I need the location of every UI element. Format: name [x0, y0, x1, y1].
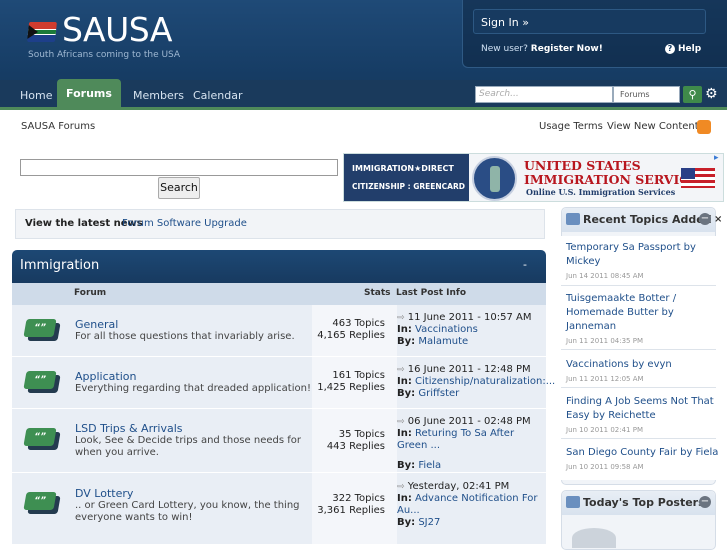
- forum-row: “” General For all those questions that …: [12, 305, 546, 357]
- last-post-info: ⇨ Yesterday, 02:41 PM In: Advance Notifi…: [397, 481, 538, 528]
- last-post-info: ⇨ 06 June 2011 - 02:48 PM In: Returing T…: [397, 416, 531, 471]
- register-link[interactable]: Register Now!: [531, 44, 603, 54]
- forum-row: “” LSD Trips & Arrivals Look, See & Deci…: [12, 409, 546, 473]
- usage-terms-link[interactable]: Usage Terms: [539, 121, 603, 132]
- forum-description: .. or Green Card Lottery, you know, the …: [75, 500, 300, 523]
- forum-read-icon[interactable]: “”: [23, 319, 61, 343]
- last-post-topic-link[interactable]: Citizenship/naturalization:...: [415, 376, 555, 387]
- top-posters-header: Today's Top Posters −: [562, 491, 715, 515]
- last-post-topic-link[interactable]: Advance Notification For Au...: [397, 493, 537, 516]
- site-name: SAUSA: [62, 10, 172, 49]
- gear-icon[interactable]: ⚙: [705, 86, 718, 103]
- last-post-arrow-icon[interactable]: ⇨: [397, 313, 405, 323]
- rss-icon[interactable]: [697, 120, 711, 134]
- col-last-post: Last Post Info: [396, 288, 467, 298]
- recent-topics-header: Recent Topics Added −: [562, 208, 715, 232]
- sidebar-close-button[interactable]: ×: [714, 214, 722, 225]
- forum-read-icon[interactable]: “”: [23, 492, 61, 516]
- avatar[interactable]: [572, 528, 616, 548]
- col-stats: Stats: [364, 288, 391, 298]
- ad-left-panel: IMMIGRATION★DIRECT CITIZENSHIP : GREENCA…: [344, 154, 469, 201]
- last-post-arrow-icon[interactable]: ⇨: [397, 417, 405, 427]
- recent-topic-item[interactable]: Temporary Sa Passport by Mickey Jun 14 2…: [561, 236, 716, 286]
- recent-topic-item[interactable]: Vaccinations by evyn Jun 11 2011 12:05 A…: [561, 350, 716, 388]
- last-post-author-link[interactable]: Fiela: [418, 460, 441, 471]
- statue-of-liberty-icon: [472, 156, 517, 201]
- last-post-author-link[interactable]: Malamute: [418, 336, 468, 347]
- help-link[interactable]: ? Help: [665, 44, 701, 54]
- last-post-topic-link[interactable]: Vaccinations: [415, 324, 478, 335]
- nav-forums[interactable]: Forums: [57, 79, 121, 110]
- recent-topic-item[interactable]: Finding A Job Seems Not That Easy by Rei…: [561, 388, 716, 439]
- site-tagline: South Africans coming to the USA: [28, 50, 181, 60]
- nav-home[interactable]: Home: [20, 89, 52, 102]
- forum-description: For all those questions that invariably …: [75, 331, 295, 342]
- new-user-text: New user? Register Now!: [481, 44, 603, 54]
- forum-description: Look, See & Decide trips and those needs…: [75, 435, 301, 458]
- forum-stats: 161 Topics 1,425 Replies: [312, 357, 397, 408]
- last-post-arrow-icon[interactable]: ⇨: [397, 482, 405, 492]
- forum-row: “” Application Everything regarding that…: [12, 357, 555, 409]
- recent-topic-item[interactable]: Tuisgemaakte Botter / Homemade Butter by…: [561, 286, 716, 350]
- nav-calendar[interactable]: Calendar: [193, 89, 242, 102]
- forum-read-icon[interactable]: “”: [23, 428, 61, 452]
- search-scope-select[interactable]: Forums: [613, 86, 680, 103]
- advertisement-banner[interactable]: IMMIGRATION★DIRECT CITIZENSHIP : GREENCA…: [343, 153, 724, 202]
- nav-members[interactable]: Members: [133, 89, 184, 102]
- forum-search-input[interactable]: [20, 159, 338, 176]
- forum-description: Everything regarding that dreaded applic…: [75, 383, 311, 394]
- forum-stats: 322 Topics 3,361 Replies: [312, 473, 397, 544]
- search-icon: ⚲: [688, 88, 697, 101]
- forum-name[interactable]: LSD Trips & Arrivals: [75, 422, 183, 435]
- recent-topics-collapse-button[interactable]: −: [699, 213, 711, 225]
- forum-stats: 463 Topics 4,165 Replies: [312, 305, 397, 356]
- comments-icon: [566, 213, 580, 225]
- top-posters-collapse-button[interactable]: −: [699, 496, 711, 508]
- forum-search-button[interactable]: Search: [158, 177, 200, 199]
- forum-row: “” DV Lottery .. or Green Card Lottery, …: [12, 473, 546, 545]
- forum-stats: 35 Topics 443 Replies: [312, 409, 397, 472]
- forum-name[interactable]: General: [75, 318, 118, 331]
- col-forum: Forum: [74, 288, 107, 298]
- header-search-input[interactable]: Search...: [475, 86, 613, 103]
- news-link[interactable]: Forum Software Upgrade: [122, 218, 247, 229]
- recent-topics-title: Recent Topics Added: [583, 213, 712, 226]
- top-posters-title: Today's Top Posters: [583, 496, 705, 509]
- forum-name[interactable]: DV Lottery: [75, 487, 133, 500]
- south-africa-flag-icon: [26, 22, 58, 42]
- breadcrumb[interactable]: SAUSA Forums: [21, 121, 95, 132]
- search-button[interactable]: ⚲: [683, 86, 702, 103]
- last-post-info: ⇨ 16 June 2011 - 12:48 PM In: Citizenshi…: [397, 364, 556, 399]
- forum-read-icon[interactable]: “”: [23, 371, 61, 395]
- forum-name[interactable]: Application: [75, 370, 136, 383]
- last-post-info: ⇨ 11 June 2011 - 10:57 AM In: Vaccinatio…: [397, 312, 532, 347]
- help-icon: ?: [665, 44, 675, 54]
- forum-column-header: Forum Stats Last Post Info: [12, 283, 546, 305]
- last-post-arrow-icon[interactable]: ⇨: [397, 365, 405, 375]
- sign-in-button[interactable]: Sign In »: [473, 9, 706, 34]
- user-icon: [566, 496, 580, 508]
- user-panel: Sign In » New user? Register Now! ? Help: [462, 0, 727, 68]
- category-title[interactable]: Immigration: [20, 258, 99, 273]
- category-collapse-button[interactable]: -: [523, 258, 527, 271]
- last-post-author-link[interactable]: Griffster: [418, 388, 459, 399]
- recent-topic-item[interactable]: San Diego County Fair by Fiela Jun 10 20…: [561, 439, 718, 480]
- last-post-author-link[interactable]: SJ27: [418, 517, 440, 528]
- category-header: Immigration -: [12, 250, 546, 283]
- view-new-content-link[interactable]: View New Content: [607, 121, 699, 132]
- last-post-topic-link[interactable]: Returing To Sa After Green ...: [397, 428, 514, 451]
- news-bar: View the latest news Forum Software Upgr…: [15, 209, 545, 239]
- ad-info-icon[interactable]: ▸: [714, 154, 724, 164]
- us-flag-icon: [681, 168, 715, 188]
